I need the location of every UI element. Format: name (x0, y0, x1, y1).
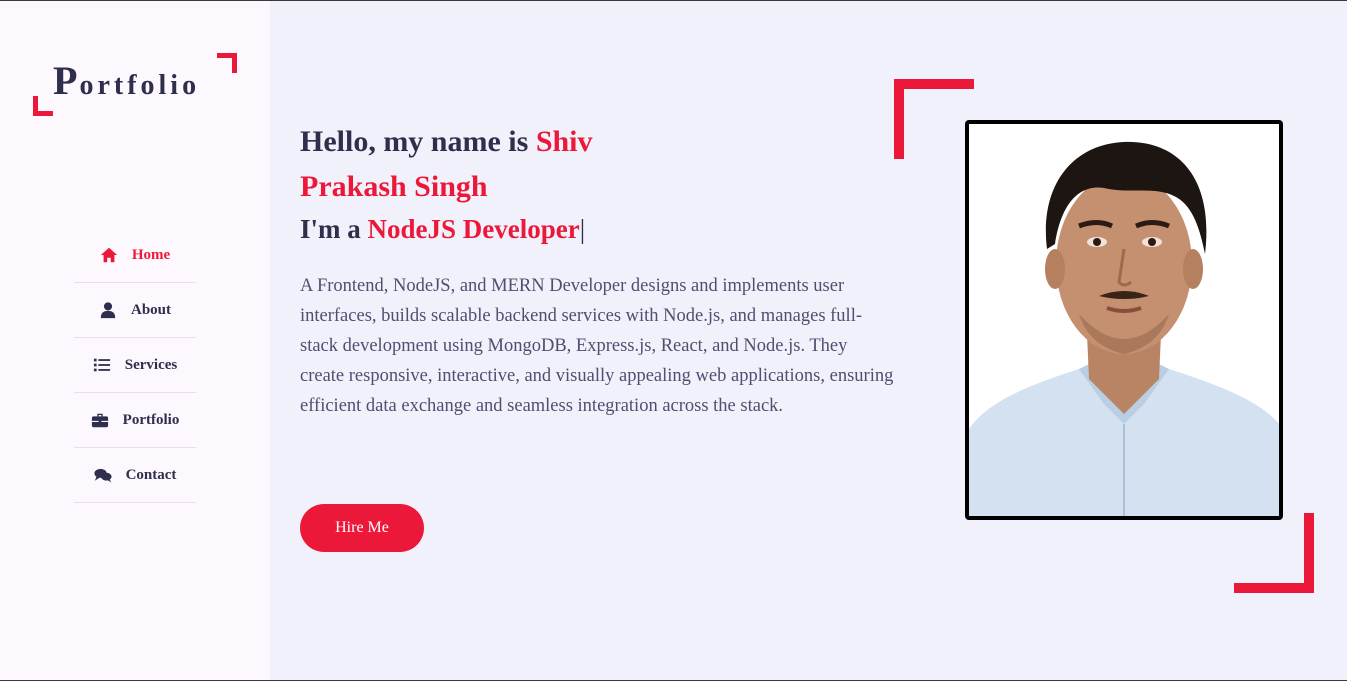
name-rest: Prakash Singh (300, 170, 488, 203)
logo-text: Portfolio (53, 57, 200, 104)
hero-intro: Hello, my name is Shiv Prakash Singh I'm … (300, 119, 900, 421)
nav-item-home[interactable]: Home (74, 228, 196, 283)
logo-corner-bottom-left (33, 96, 53, 116)
user-icon (100, 302, 116, 319)
logo-first-letter: P (53, 58, 80, 103)
nav-item-contact[interactable]: Contact (74, 448, 196, 503)
nav-item-label: Contact (125, 466, 177, 483)
nav-item-portfolio[interactable]: Portfolio (74, 393, 196, 448)
briefcase-icon (91, 413, 108, 428)
typing-cursor: | (579, 214, 586, 244)
nav-item-about[interactable]: About (74, 283, 196, 338)
sidebar: Portfolio Home About Services Portfolio … (0, 1, 270, 680)
role-heading: I'm a NodeJS Developer| (300, 209, 900, 249)
name-first: Shiv (535, 125, 593, 158)
photo-corner-bottom-right (1234, 513, 1314, 593)
nav-item-label: Services (124, 356, 178, 373)
greeting-text: Hello, my name is (300, 125, 536, 158)
list-icon (93, 358, 110, 372)
logo-rest: ortfolio (79, 70, 201, 101)
greeting-heading: Hello, my name is Shiv Prakash Singh (300, 119, 900, 209)
profile-photo-illustration (969, 124, 1279, 516)
hire-me-button[interactable]: Hire Me (300, 504, 424, 552)
home-icon (100, 247, 117, 263)
intro-description: A Frontend, NodeJS, and MERN Developer d… (300, 276, 894, 416)
main-nav: Home About Services Portfolio Contact (74, 228, 196, 503)
nav-item-label: About (130, 301, 171, 318)
nav-item-label: Portfolio (122, 411, 180, 428)
comments-icon (93, 468, 112, 483)
role-typed-text: NodeJS Developer (367, 214, 580, 244)
photo-corner-top-left (894, 79, 974, 159)
profile-photo (965, 120, 1283, 520)
logo-corner-top-right (217, 53, 237, 73)
nav-item-label: Home (131, 246, 171, 263)
nav-item-services[interactable]: Services (74, 338, 196, 393)
role-prefix: I'm a (300, 214, 368, 244)
logo[interactable]: Portfolio (33, 53, 237, 116)
